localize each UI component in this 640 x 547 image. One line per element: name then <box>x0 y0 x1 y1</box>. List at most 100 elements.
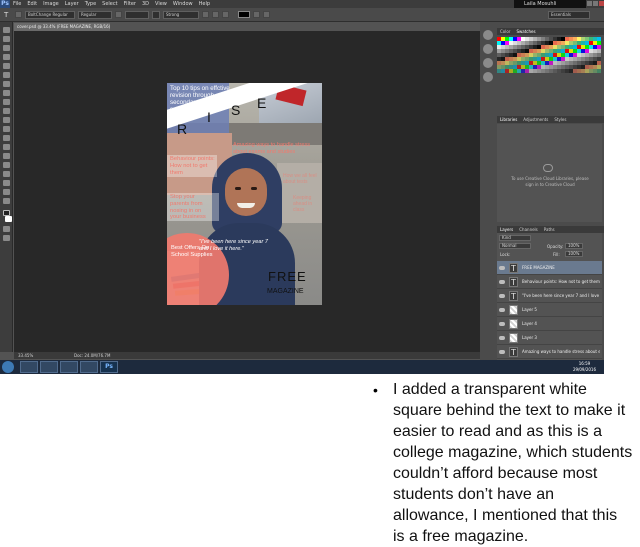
eyedropper-tool-icon[interactable] <box>3 72 10 78</box>
menu-filter[interactable]: Filter <box>121 0 139 8</box>
status-bar: 33.45% Doc: 24.0M/76.7M <box>14 352 480 359</box>
layer-row[interactable]: Layer 3 <box>497 331 602 345</box>
menu-select[interactable]: Select <box>99 0 120 8</box>
layer-row[interactable]: T Behaviour points: How not to get them .… <box>497 275 602 289</box>
blur-tool-icon[interactable] <box>3 135 10 141</box>
tab-layers[interactable]: Layers <box>500 226 513 233</box>
quick-select-tool-icon[interactable] <box>3 54 10 60</box>
menu-3d[interactable]: 3D <box>139 0 152 8</box>
visibility-eye-icon[interactable] <box>499 307 505 312</box>
character-panel-icon[interactable] <box>263 11 270 18</box>
fill-value[interactable]: 100% <box>565 251 583 257</box>
cover-parents-text: Stop your parents from nosing in on your… <box>170 194 206 221</box>
layer-row[interactable]: T Amazing ways to handle stress about exa… <box>497 345 602 359</box>
lasso-tool-icon[interactable] <box>3 45 10 51</box>
start-button[interactable] <box>2 361 14 373</box>
opacity-value[interactable]: 100% <box>565 243 583 249</box>
visibility-eye-icon[interactable] <box>499 293 505 298</box>
type-tool-box-icon[interactable] <box>3 162 10 168</box>
menu-help[interactable]: Help <box>196 0 213 8</box>
swatch[interactable] <box>597 69 601 73</box>
dodge-tool-icon[interactable] <box>3 144 10 150</box>
brush-tool-icon[interactable] <box>3 90 10 96</box>
gradient-tool-icon[interactable] <box>3 126 10 132</box>
font-style-select[interactable]: Regular <box>78 10 112 19</box>
hand-tool-icon[interactable] <box>3 189 10 195</box>
tab-libraries[interactable]: Libraries <box>500 116 517 123</box>
zoom-tool-icon[interactable] <box>3 198 10 204</box>
visibility-eye-icon[interactable] <box>499 349 505 354</box>
swatches-grid[interactable] <box>497 37 601 73</box>
visibility-eye-icon[interactable] <box>499 265 505 270</box>
taskbar-media-icon[interactable] <box>60 361 78 373</box>
minimize-icon[interactable] <box>587 1 592 6</box>
taskbar-explorer-icon[interactable] <box>20 361 38 373</box>
shape-tool-icon[interactable] <box>3 180 10 186</box>
close-icon[interactable] <box>599 1 604 6</box>
marquee-tool-icon[interactable] <box>3 36 10 42</box>
font-family-select[interactable]: BoltChange Regular <box>25 10 75 19</box>
pen-tool-icon[interactable] <box>3 153 10 159</box>
screen-mode-icon[interactable] <box>3 235 10 241</box>
menu-window[interactable]: Window <box>170 0 196 8</box>
info-panel-icon[interactable] <box>483 58 493 68</box>
tab-channels[interactable]: Channels <box>519 226 538 233</box>
tab-color[interactable]: Color <box>500 28 510 35</box>
layer-row[interactable]: Layer 4 <box>497 317 602 331</box>
properties-panel-icon[interactable] <box>483 44 493 54</box>
text-layer-thumbnail-icon: T <box>509 290 518 301</box>
layers-panel-tabs: Layers Channels Paths <box>497 226 604 233</box>
visibility-eye-icon[interactable] <box>499 279 505 284</box>
blend-mode-select[interactable]: Normal <box>499 243 531 249</box>
warp-text-icon[interactable] <box>253 11 260 18</box>
eraser-tool-icon[interactable] <box>3 117 10 123</box>
tab-swatches[interactable]: Swatches <box>516 28 535 35</box>
taskbar-folder-icon[interactable] <box>80 361 98 373</box>
align-left-icon[interactable] <box>202 11 209 18</box>
tab-adjustments[interactable]: Adjustments <box>523 116 548 123</box>
align-right-icon[interactable] <box>222 11 229 18</box>
move-tool-icon[interactable] <box>3 27 10 33</box>
maximize-icon[interactable] <box>593 1 598 6</box>
crop-tool-icon[interactable] <box>3 63 10 69</box>
layer-kind-filter[interactable]: Kind <box>499 235 531 241</box>
user-account[interactable]: Laila Mosuhli <box>514 0 586 8</box>
antialias-icon <box>152 10 160 19</box>
visibility-eye-icon[interactable] <box>499 321 505 326</box>
font-size-select[interactable] <box>125 10 149 19</box>
tab-paths[interactable]: Paths <box>544 226 555 233</box>
menu-file[interactable]: File <box>10 0 24 8</box>
quick-mask-icon[interactable] <box>3 226 10 232</box>
healing-tool-icon[interactable] <box>3 81 10 87</box>
zoom-level[interactable]: 33.45% <box>18 352 33 359</box>
align-center-icon[interactable] <box>212 11 219 18</box>
menu-edit[interactable]: Edit <box>24 0 40 8</box>
text-orientation-icon[interactable] <box>15 11 22 18</box>
type-tool-icon[interactable]: T <box>4 11 12 19</box>
background-color-swatch[interactable] <box>5 216 12 222</box>
document-tab[interactable]: cover.psd @ 33.4% (FREE MAGAZINE, RGB/16… <box>14 23 110 31</box>
menu-view[interactable]: View <box>152 0 170 8</box>
history-brush-tool-icon[interactable] <box>3 108 10 114</box>
history-panel-icon[interactable] <box>483 30 493 40</box>
taskbar-photoshop-icon[interactable]: Ps <box>100 361 118 373</box>
layer-name: Layer 3 <box>522 335 537 340</box>
antialias-select[interactable]: Strong <box>163 10 199 19</box>
taskbar-browser-icon[interactable] <box>40 361 58 373</box>
visibility-eye-icon[interactable] <box>499 335 505 340</box>
caption-text: I added a transparent white square behin… <box>393 381 633 545</box>
layer-thumbnail <box>509 318 518 329</box>
path-select-tool-icon[interactable] <box>3 171 10 177</box>
title-letter-e: E <box>257 95 267 111</box>
menu-image[interactable]: Image <box>40 0 62 8</box>
workspace-select[interactable]: Essentials <box>548 11 590 19</box>
layer-row[interactable]: Layer 5 <box>497 303 602 317</box>
menu-type[interactable]: Type <box>82 0 99 8</box>
layer-row[interactable]: T "I've been here since year 7 and I love… <box>497 289 602 303</box>
tab-styles[interactable]: Styles <box>554 116 566 123</box>
layer-row[interactable]: T FREE MAGAZINE <box>497 261 602 275</box>
character-panel-icon-2[interactable] <box>483 72 493 82</box>
text-color-swatch[interactable] <box>238 11 250 18</box>
stamp-tool-icon[interactable] <box>3 99 10 105</box>
menu-layer[interactable]: Layer <box>62 0 82 8</box>
